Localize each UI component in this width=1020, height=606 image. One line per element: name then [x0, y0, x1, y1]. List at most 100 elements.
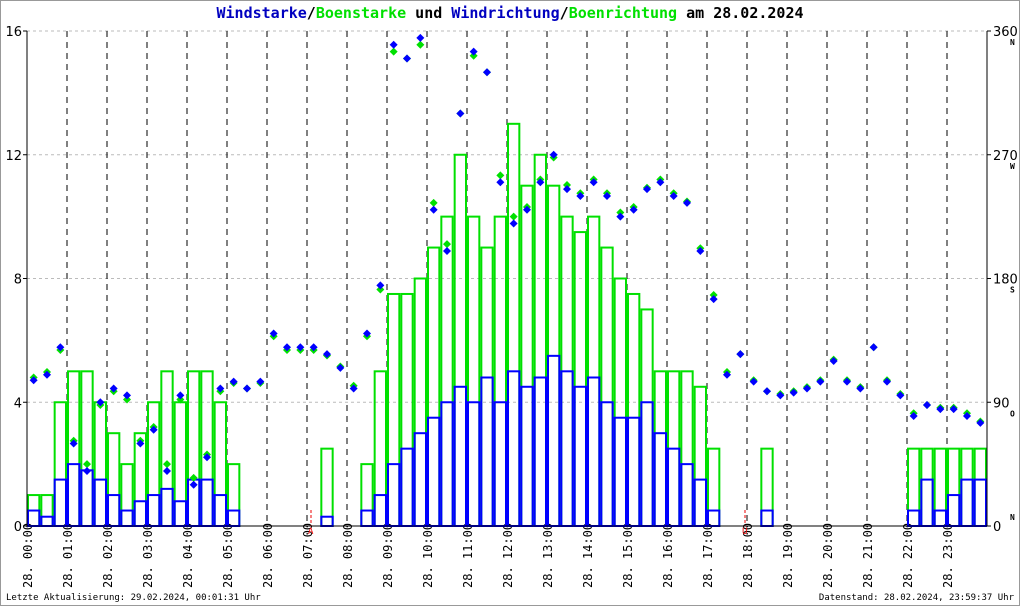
wind-direction-point	[443, 247, 451, 255]
x-tick-label: 28. 01:00	[61, 523, 75, 588]
wind-speed-bar	[680, 463, 694, 527]
wind-direction-point	[856, 384, 865, 393]
wind-speed-bar	[600, 401, 614, 527]
wind-speed-bar	[507, 370, 521, 527]
sun-marker-label: U	[742, 527, 747, 537]
wind-speed-bar	[560, 370, 574, 527]
gust-bar	[53, 401, 68, 527]
x-tick-label: 28. 02:00	[101, 523, 115, 588]
gust-bar	[920, 447, 934, 527]
gust-bar	[507, 122, 521, 527]
wind-speed-bar	[547, 354, 561, 527]
wind-speed-bar	[653, 432, 668, 527]
x-tick-label: 28. 11:00	[461, 523, 475, 588]
wind-speed-bar	[920, 478, 934, 527]
wind-direction-point	[189, 480, 198, 489]
gust-bar	[680, 370, 694, 527]
gust-bar	[947, 447, 961, 527]
gust-direction-point	[429, 198, 438, 207]
gust-direction-point	[83, 460, 91, 469]
x-tick-label: 28. 12:00	[501, 523, 515, 588]
wind-speed-bar	[133, 500, 148, 527]
gust-direction-point	[496, 171, 505, 180]
gust-bar	[907, 447, 921, 527]
wind-direction-point	[843, 377, 851, 386]
wind-speed-bar	[947, 494, 961, 527]
wind-direction-point	[789, 388, 798, 397]
wind-direction-point	[829, 357, 838, 365]
wind-speed-bar	[80, 469, 94, 527]
compass-label: N	[1010, 513, 1015, 522]
x-tick-label: 28. 10:00	[421, 523, 435, 588]
wind-speed-bar	[200, 478, 214, 527]
wind-speed-bar	[373, 494, 387, 527]
gust-bar	[147, 401, 161, 527]
wind-speed-bar	[493, 401, 507, 527]
gust-direction-point	[416, 40, 425, 49]
gust-bar	[493, 215, 507, 527]
wind-speed-bar	[760, 509, 774, 527]
sun-marker-label: A	[308, 527, 314, 537]
gust-bar	[93, 401, 107, 527]
wind-direction-point	[509, 219, 518, 228]
wind-speed-bar	[667, 447, 681, 527]
wind-direction-point	[803, 384, 811, 393]
gust-bar	[640, 308, 654, 527]
y-tick-left: 16	[5, 25, 22, 40]
last-update-text: Letzte Aktualisierung: 29.02.2024, 00:01…	[6, 593, 261, 603]
y-tick-right: 0	[993, 520, 1001, 535]
wind-speed-bar	[173, 500, 188, 527]
wind-speed-bar	[467, 401, 481, 527]
gust-direction-point	[163, 460, 171, 469]
gust-bar	[440, 215, 454, 527]
wind-direction-point	[403, 54, 411, 63]
x-tick-label: 28. 16:00	[661, 523, 675, 588]
wind-direction-point	[469, 47, 478, 56]
wind-speed-bar	[573, 385, 588, 527]
wind-direction-point	[336, 363, 345, 372]
wind-speed-bar	[160, 487, 174, 527]
x-tick-label: 28. 13:00	[541, 523, 555, 588]
wind-speed-bar	[320, 515, 334, 527]
gust-direction-point	[389, 47, 398, 56]
compass-label: O	[1010, 409, 1015, 418]
wind-direction-point	[816, 377, 825, 386]
gust-bar	[600, 246, 614, 527]
wind-direction-point	[736, 350, 745, 359]
gust-bar	[973, 447, 988, 527]
gust-bar	[213, 401, 228, 527]
wind-speed-bar	[440, 401, 454, 527]
wind-direction-point	[229, 377, 238, 386]
gust-bar	[587, 215, 601, 527]
gust-bar	[707, 447, 721, 527]
compass-label: S	[1010, 286, 1015, 295]
x-tick-label: 28. 22:00	[901, 523, 915, 588]
x-tick-label: 28. 08:00	[341, 523, 355, 588]
wind-direction-point	[456, 109, 465, 118]
wind-speed-bar	[67, 463, 81, 527]
wind-direction-point	[896, 391, 905, 400]
gust-bar	[933, 447, 948, 527]
wind-speed-bar	[693, 478, 708, 527]
wind-direction-point	[949, 405, 958, 414]
wind-speed-bar	[147, 494, 161, 527]
wind-speed-bar	[613, 416, 628, 527]
gust-direction-point	[189, 473, 198, 482]
wind-speed-bar	[427, 416, 441, 527]
x-tick-label: 28. 04:00	[181, 523, 195, 588]
wind-speed-bar	[387, 463, 401, 527]
wind-speed-bar	[93, 478, 107, 527]
x-tick-label: 28. 17:00	[701, 523, 715, 588]
wind-chart: 04812160N90O180S270W360N28. 00:00 28. 01:…	[5, 25, 1017, 588]
wind-direction-point	[83, 467, 91, 475]
x-tick-label: 28. 23:00	[941, 523, 955, 588]
gust-bar	[160, 370, 174, 527]
wind-speed-bar	[533, 376, 548, 527]
gust-bar	[520, 184, 534, 527]
gust-bar	[467, 215, 481, 527]
gust-bar	[480, 246, 494, 527]
x-tick-label: 28. 20:00	[821, 523, 835, 588]
wind-direction-point	[936, 405, 945, 414]
y-tick-left: 8	[14, 273, 22, 288]
gust-bar	[653, 370, 668, 527]
